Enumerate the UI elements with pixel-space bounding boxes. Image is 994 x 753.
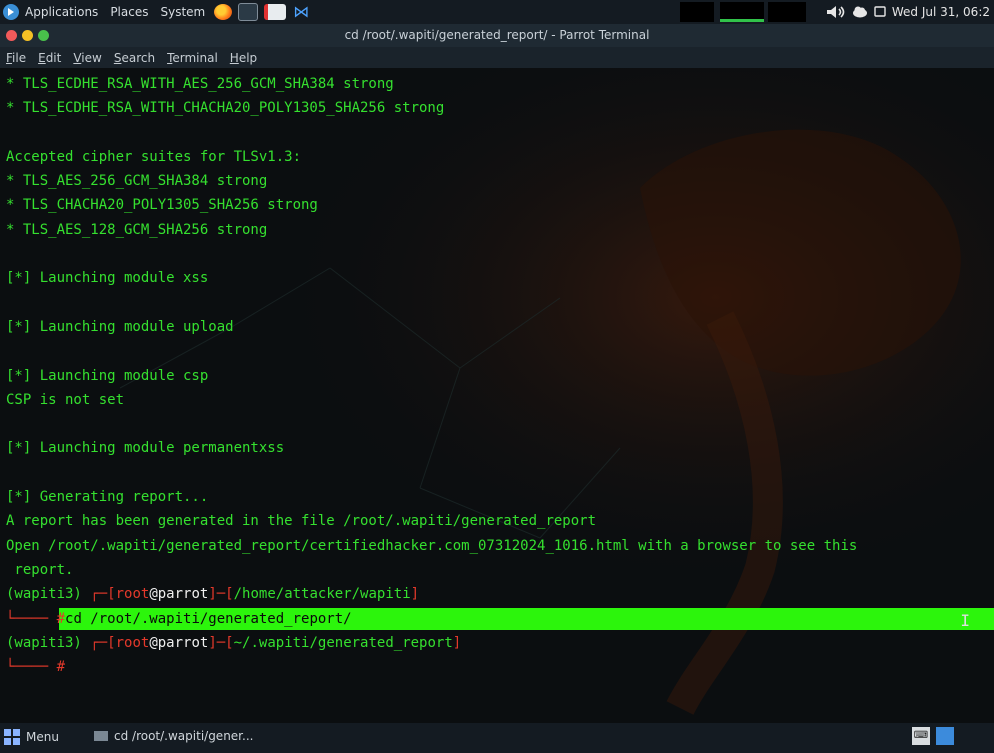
top-panel: Applications Places System ⋈ Wed Jul 31,…	[0, 0, 994, 24]
terminal-line: [*] Generating report...	[6, 489, 209, 506]
show-desktop-icon[interactable]	[936, 727, 954, 745]
prompt-path: /home/attacker/wapiti	[233, 586, 411, 603]
menu-help-label: elp	[238, 50, 258, 65]
menu-edit-label: dit	[45, 50, 62, 65]
prompt-bracket-mid: ]─[	[208, 634, 234, 651]
menu-file[interactable]: File	[0, 51, 32, 65]
prompt-prefix: └──── #	[6, 610, 66, 627]
command-text: cd /root/.wapiti/generated_report/	[65, 610, 352, 627]
terminal-lines: * TLS_ECDHE_RSA_WITH_AES_256_GCM_SHA384 …	[6, 72, 994, 679]
prompt-path: ~/.wapiti/generated_report	[233, 634, 453, 651]
menu-button[interactable]: Menu	[4, 729, 59, 745]
prompt-prefix: └──── #	[6, 659, 66, 676]
volume-icon[interactable]	[826, 5, 846, 19]
bottom-panel: Menu cd /root/.wapiti/gener... ⌨	[0, 723, 994, 753]
text-editor-launcher-icon[interactable]	[264, 4, 287, 20]
terminal-line: [*] Launching module xss	[6, 270, 209, 287]
terminal-line: [*] Launching module csp	[6, 367, 209, 384]
app-grid-icon	[4, 729, 20, 745]
prompt-at: @	[149, 634, 158, 651]
clock[interactable]: Wed Jul 31, 06:2	[892, 5, 990, 19]
prompt-host: parrot	[157, 586, 209, 603]
prompt-at: @	[149, 586, 158, 603]
keyboard-layout-icon[interactable]: ⌨	[912, 727, 930, 745]
menu-terminal[interactable]: Terminal	[161, 51, 224, 65]
terminal-window-icon	[94, 731, 108, 741]
command-line: └──── #	[6, 655, 994, 679]
menu-help-mnemonic: H	[229, 50, 239, 65]
prompt-bracket-close: ]	[452, 634, 462, 651]
command-line: └──── #cd /root/.wapiti/generated_report…	[6, 607, 994, 631]
mail-launcher-icon[interactable]: ⋈	[292, 4, 310, 20]
menu-view-label: iew	[81, 50, 102, 65]
terminal-line: Accepted cipher suites for TLSv1.3:	[6, 148, 302, 165]
places-menu[interactable]: Places	[104, 5, 154, 19]
display-icon[interactable]	[874, 6, 886, 18]
menu-view[interactable]: View	[67, 51, 107, 65]
prompt-line: (wapiti3) ┌─[root@parrot]─[~/.wapiti/gen…	[6, 631, 994, 655]
workspace-2[interactable]	[720, 2, 764, 22]
text-cursor-icon: I	[960, 610, 970, 630]
terminal-line: * TLS_AES_256_GCM_SHA384 strong	[6, 173, 268, 190]
taskbar-window-button[interactable]: cd /root/.wapiti/gener...	[94, 729, 253, 743]
terminal-line: * TLS_AES_128_GCM_SHA256 strong	[6, 221, 268, 238]
terminal-line: * TLS_ECDHE_RSA_WITH_CHACHA20_POLY1305_S…	[6, 100, 445, 117]
terminal-line: report.	[6, 561, 74, 578]
terminal-line: Open /root/.wapiti/generated_report/cert…	[6, 537, 858, 554]
taskbar-window-label: cd /root/.wapiti/gener...	[114, 729, 254, 743]
menu-terminal-label: erminal	[172, 50, 218, 65]
parrot-logo-icon[interactable]	[3, 4, 19, 20]
prompt-line: (wapiti3) ┌─[root@parrot]─[/home/attacke…	[6, 582, 994, 606]
menu-file-label: ile	[12, 50, 27, 65]
workspace-3[interactable]	[768, 2, 806, 22]
terminal-launcher-icon[interactable]	[238, 3, 259, 21]
terminal-menubar: File Edit View Search Terminal Help	[0, 47, 994, 68]
window-title: cd /root/.wapiti/generated_report/ - Par…	[344, 28, 650, 42]
terminal-line: CSP is not set	[6, 391, 125, 408]
terminal-line: [*] Launching module permanentxss	[6, 440, 285, 457]
menu-search-label: earch	[121, 50, 156, 65]
workspace-1[interactable]	[680, 2, 714, 22]
prompt-bracket-open: ┌─[	[90, 634, 116, 651]
prompt-venv: (wapiti3)	[6, 634, 91, 651]
menu-edit[interactable]: Edit	[32, 51, 67, 65]
system-menu[interactable]: System	[154, 5, 211, 19]
system-tray: Wed Jul 31, 06:2	[826, 0, 994, 24]
prompt-user: root	[115, 586, 150, 603]
prompt-bracket-close: ]	[410, 586, 420, 603]
window-titlebar[interactable]: cd /root/.wapiti/generated_report/ - Par…	[0, 24, 994, 47]
prompt-user: root	[115, 634, 150, 651]
terminal-line: * TLS_ECDHE_RSA_WITH_AES_256_GCM_SHA384 …	[6, 76, 394, 92]
terminal-line: * TLS_CHACHA20_POLY1305_SHA256 strong	[6, 197, 318, 214]
menu-edit-mnemonic: E	[38, 50, 46, 65]
network-cloud-icon[interactable]	[852, 6, 868, 18]
prompt-bracket-open: ┌─[	[90, 586, 116, 603]
menu-search[interactable]: Search	[108, 51, 161, 65]
menu-help[interactable]: Help	[224, 51, 263, 65]
bottom-tray: ⌨	[912, 727, 954, 745]
applications-menu[interactable]: Applications	[19, 5, 104, 19]
prompt-venv: (wapiti3)	[6, 586, 91, 603]
terminal-line: A report has been generated in the file …	[6, 513, 597, 530]
prompt-host: parrot	[157, 634, 209, 651]
terminal-output[interactable]: * TLS_ECDHE_RSA_WITH_AES_256_GCM_SHA384 …	[0, 68, 994, 723]
terminal-line: [*] Launching module upload	[6, 318, 234, 335]
menu-button-label: Menu	[26, 730, 59, 744]
prompt-bracket-mid: ]─[	[208, 586, 234, 603]
firefox-launcher-icon[interactable]	[214, 4, 233, 20]
